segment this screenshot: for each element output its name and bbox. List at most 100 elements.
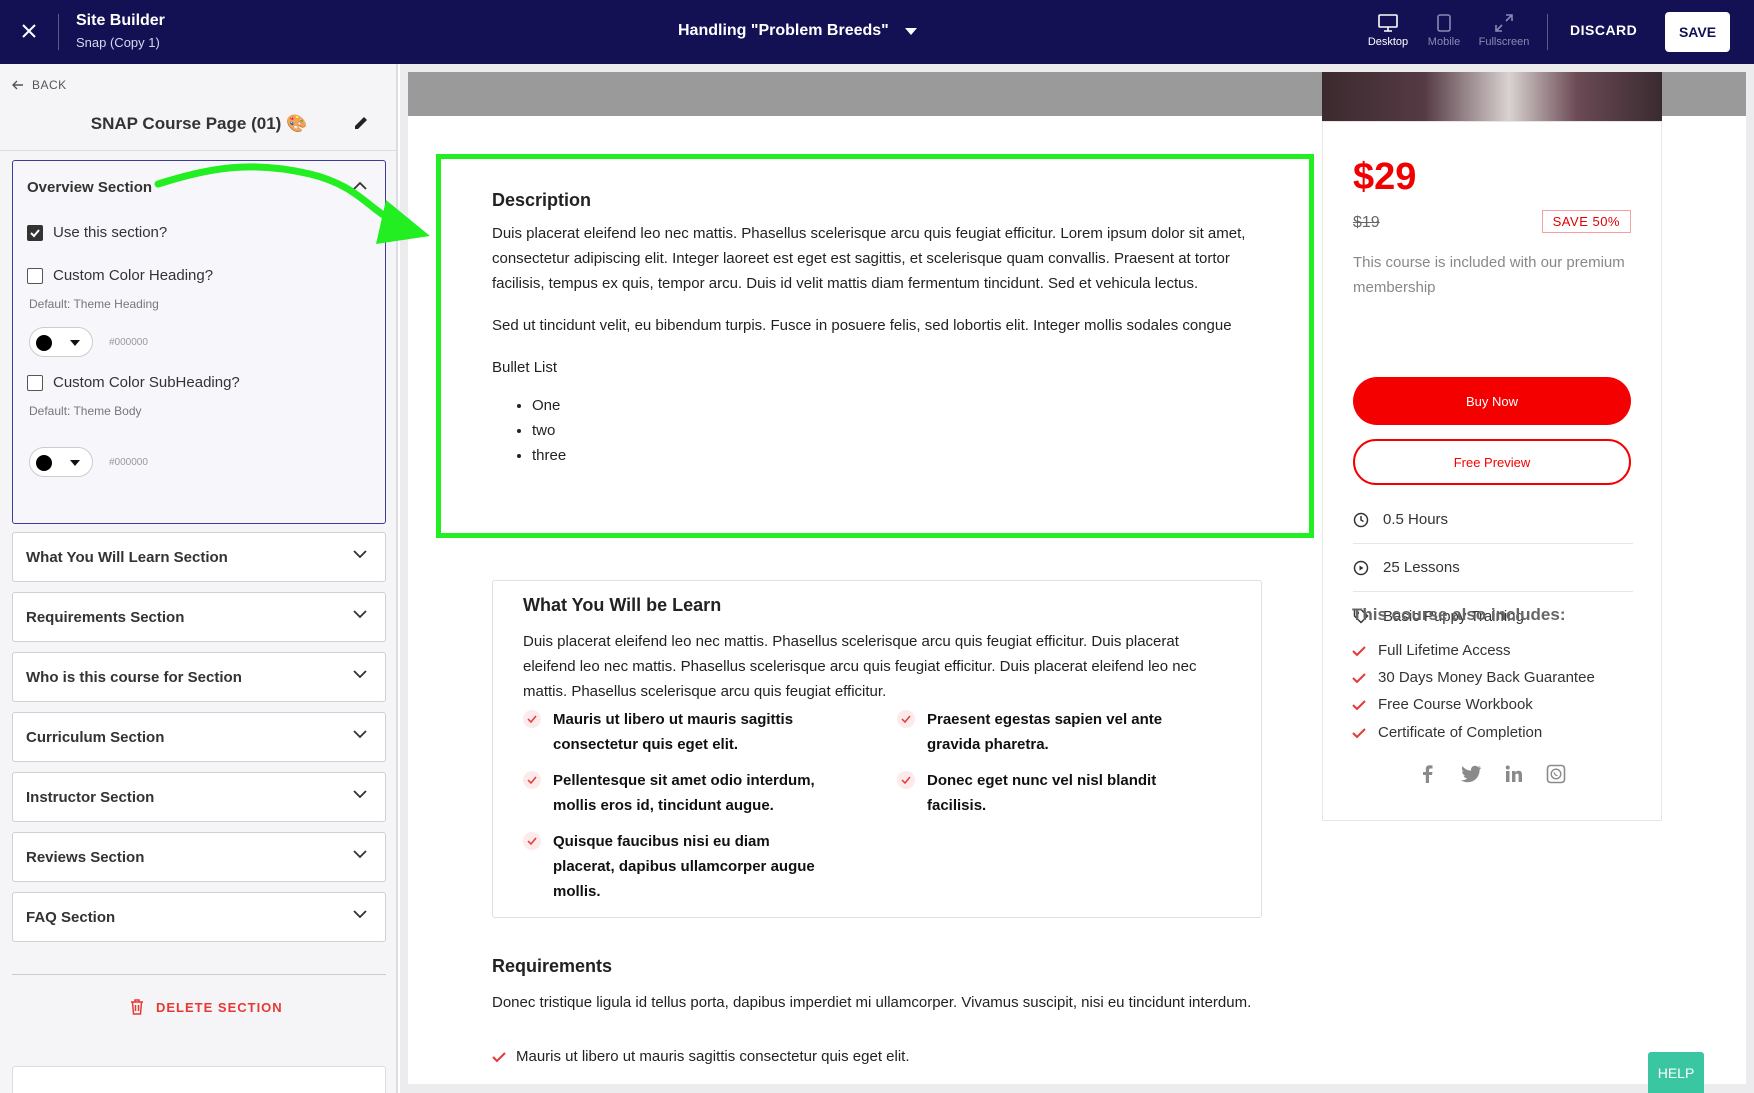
- site-name: Snap (Copy 1): [76, 35, 160, 50]
- price: $29: [1353, 156, 1417, 198]
- custom-heading-checkbox[interactable]: [27, 267, 43, 284]
- chevron-down-icon: [904, 27, 917, 35]
- custom-subheading-checkbox[interactable]: [27, 374, 43, 391]
- chevron-down-icon: [353, 610, 367, 619]
- custom-heading-checkbox-row[interactable]: Custom Color Heading?: [27, 267, 213, 284]
- subheading-default-hint: Default: Theme Body: [29, 404, 142, 418]
- accordion-label: What You Will Learn Section: [26, 549, 228, 566]
- original-price: $19: [1353, 214, 1380, 231]
- accordion-label: Instructor Section: [26, 789, 155, 806]
- bullet-list: One two three: [532, 393, 1252, 468]
- divider: [0, 150, 396, 151]
- learn-item: Praesent egestas sapien vel ante gravida…: [897, 707, 1217, 757]
- color-swatch: [36, 335, 52, 351]
- pencil-icon[interactable]: [352, 114, 370, 132]
- page-selector[interactable]: Handling "Problem Breeds": [678, 22, 917, 40]
- list-item: three: [532, 443, 1252, 468]
- description-paragraph: Bullet List: [492, 359, 558, 376]
- what-you-will-learn-section[interactable]: What You Will be Learn Duis placerat ele…: [492, 580, 1262, 918]
- chevron-down-icon: [353, 670, 367, 679]
- top-bar: Site Builder Snap (Copy 1) Handling "Pro…: [0, 0, 1754, 64]
- close-icon[interactable]: [18, 20, 40, 42]
- accordion-label: FAQ Section: [26, 909, 116, 926]
- accordion-who-is-this-for[interactable]: Who is this course for Section: [12, 652, 386, 702]
- subheading-color-picker[interactable]: [29, 447, 93, 477]
- desktop-icon: [1378, 14, 1398, 32]
- free-preview-button[interactable]: Free Preview: [1353, 439, 1631, 485]
- arrow-left-icon: [12, 80, 23, 90]
- mobile-view-button[interactable]: Mobile: [1414, 14, 1474, 48]
- tag-icon: [1353, 608, 1369, 624]
- use-section-checkbox-row[interactable]: Use this section?: [27, 224, 167, 241]
- color-swatch: [36, 455, 52, 471]
- clock-icon: [1353, 512, 1369, 527]
- learn-item: Mauris ut libero ut mauris sagittis cons…: [523, 707, 823, 757]
- accordion-requirements[interactable]: Requirements Section: [12, 592, 386, 642]
- learn-item-text: Quisque faucibus nisi eu diam placerat, …: [553, 833, 815, 900]
- check-icon: [897, 710, 915, 728]
- accordion-label: Curriculum Section: [26, 729, 165, 746]
- learn-item-text: Donec eget nunc vel nisl blandit facilis…: [927, 772, 1157, 814]
- heading-hex-value[interactable]: #000000: [109, 337, 148, 348]
- save-button[interactable]: SAVE: [1665, 12, 1730, 52]
- help-button[interactable]: HELP: [1648, 1052, 1704, 1093]
- fullscreen-view-button[interactable]: Fullscreen: [1474, 14, 1534, 48]
- preview-canvas: Description Duis placerat eleifend leo n…: [400, 64, 1754, 1093]
- chevron-down-icon: [70, 460, 80, 466]
- accordion-what-you-will-learn[interactable]: What You Will Learn Section: [12, 532, 386, 582]
- course-purchase-card: $29 $19 SAVE 50% This course is included…: [1322, 121, 1662, 821]
- course-hours: 0.5 Hours: [1353, 496, 1633, 544]
- divider: [12, 974, 386, 975]
- accordion-instructor[interactable]: Instructor Section: [12, 772, 386, 822]
- description-section[interactable]: Description Duis placerat eleifend leo n…: [492, 188, 1252, 468]
- chevron-down-icon: [353, 850, 367, 859]
- check-icon: [30, 228, 40, 237]
- play-circle-icon: [1353, 560, 1369, 575]
- app-title: Site Builder: [76, 12, 165, 29]
- buy-now-button[interactable]: Buy Now: [1353, 377, 1631, 425]
- custom-subheading-checkbox-row[interactable]: Custom Color SubHeading?: [27, 374, 240, 391]
- subheading-hex-value[interactable]: #000000: [109, 457, 148, 468]
- requirements-item-text: Mauris ut libero ut mauris sagittis cons…: [516, 1048, 910, 1065]
- requirements-item: Mauris ut libero ut mauris sagittis cons…: [492, 1048, 910, 1065]
- discard-button[interactable]: DISCARD: [1570, 22, 1637, 38]
- delete-section-label: DELETE SECTION: [156, 999, 283, 1015]
- learn-intro: Duis placerat eleifend leo nec mattis. P…: [523, 633, 1197, 700]
- back-link[interactable]: BACK: [12, 78, 67, 92]
- divider: [58, 14, 59, 50]
- mobile-icon: [1437, 14, 1451, 32]
- check-icon: [523, 771, 541, 789]
- trash-icon: [131, 999, 143, 1015]
- accordion-reviews[interactable]: Reviews Section: [12, 832, 386, 882]
- chevron-down-icon: [353, 790, 367, 799]
- hours-label: 0.5 Hours: [1383, 511, 1449, 528]
- use-section-checkbox[interactable]: [27, 224, 43, 241]
- overview-section-title[interactable]: Overview Section: [27, 179, 152, 196]
- list-item: two: [532, 418, 1252, 443]
- divider: [1547, 14, 1548, 50]
- list-item: One: [532, 393, 1252, 418]
- delete-section-button[interactable]: DELETE SECTION: [130, 999, 283, 1015]
- heading-default-hint: Default: Theme Heading: [29, 297, 159, 311]
- page-preview: Description Duis placerat eleifend leo n…: [408, 72, 1746, 1084]
- learn-item: Donec eget nunc vel nisl blandit facilis…: [897, 768, 1217, 818]
- accordion-label: Reviews Section: [26, 849, 145, 866]
- desktop-view-button[interactable]: Desktop: [1358, 14, 1418, 48]
- learn-title: What You Will be Learn: [523, 595, 722, 615]
- check-icon: [492, 1051, 506, 1062]
- sidebar-bottom-panel: [12, 1066, 386, 1093]
- check-icon: [523, 710, 541, 728]
- lessons-label: 25 Lessons: [1383, 559, 1460, 576]
- description-paragraph: Duis placerat eleifend leo nec mattis. P…: [492, 225, 1246, 292]
- accordion-curriculum[interactable]: Curriculum Section: [12, 712, 386, 762]
- check-icon: [897, 771, 915, 789]
- page-name: SNAP Course Page (01) 🎨: [90, 114, 308, 133]
- learn-item: Pellentesque sit amet odio interdum, mol…: [523, 768, 823, 818]
- accordion-faq[interactable]: FAQ Section: [12, 892, 386, 942]
- description-title: Description: [492, 190, 592, 210]
- annotation-arrow: [154, 163, 430, 244]
- learn-item-text: Pellentesque sit amet odio interdum, mol…: [553, 772, 815, 814]
- chevron-down-icon: [353, 550, 367, 559]
- heading-color-picker[interactable]: [29, 327, 93, 357]
- check-icon: [523, 832, 541, 850]
